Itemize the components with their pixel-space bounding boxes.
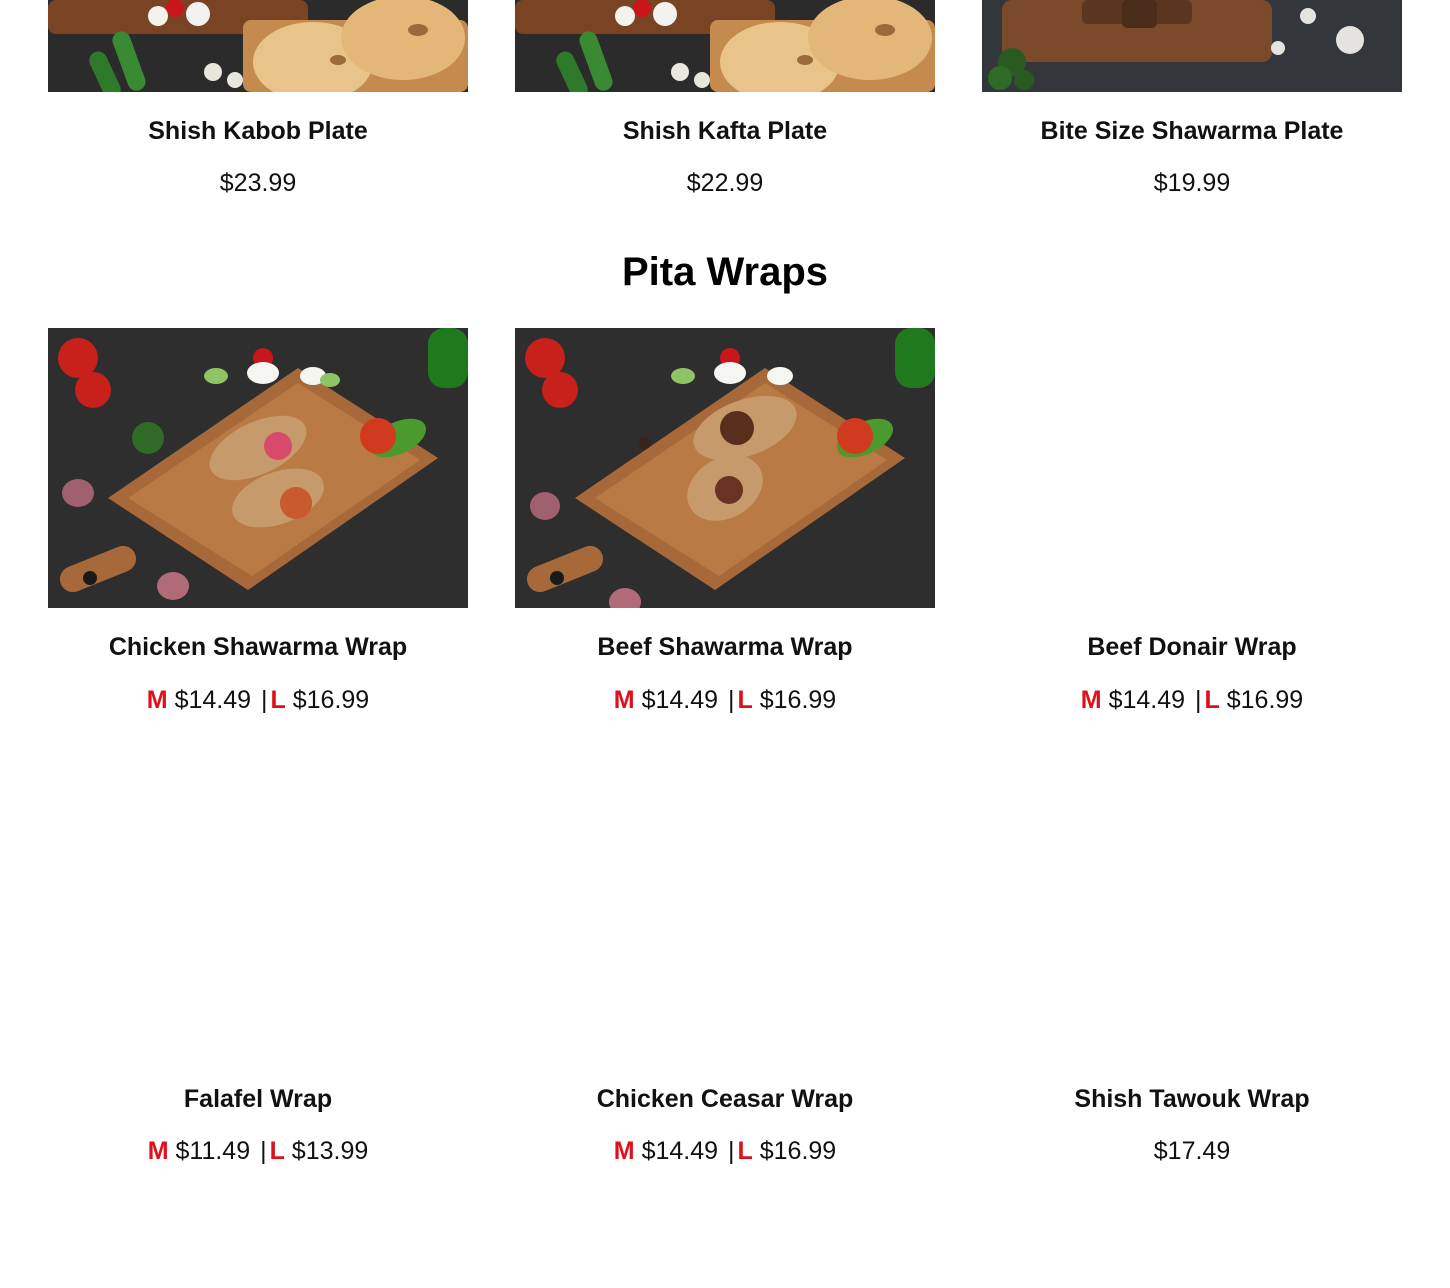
size-large-label: L (269, 1137, 285, 1165)
item-price: $19.99 (1153, 169, 1231, 197)
medium-price: $14.49 (641, 1137, 719, 1165)
size-large-label: L (737, 1137, 753, 1165)
item-name: Chicken Shawarma Wrap (108, 633, 408, 661)
size-medium-label: M (147, 1137, 169, 1165)
size-large-label: L (270, 686, 286, 714)
size-large-label: L (1204, 686, 1220, 714)
size-large-label: L (737, 686, 753, 714)
food-photo[interactable] (515, 0, 935, 92)
item-name: Shish Tawouk Wrap (1074, 1085, 1310, 1113)
size-medium-label: M (613, 1137, 635, 1165)
food-photo[interactable] (515, 328, 935, 608)
item-price: M $14.49 | L $16.99 (515, 1136, 935, 1166)
item-price: M $14.49 | L $16.99 (515, 685, 935, 715)
item-price: $22.99 (686, 169, 764, 197)
section-title: Pita Wraps (622, 250, 828, 294)
medium-price: $14.49 (641, 686, 719, 714)
price-separator: | (1195, 686, 1202, 714)
food-photo[interactable] (48, 328, 468, 608)
item-name: Shish Kabob Plate (148, 117, 368, 145)
size-medium-label: M (613, 686, 635, 714)
item-price: $23.99 (219, 169, 297, 197)
price-separator: | (261, 686, 268, 714)
large-price: $16.99 (292, 686, 370, 714)
medium-price: $14.49 (1108, 686, 1186, 714)
item-price: M $11.49 | L $13.99 (48, 1136, 468, 1166)
item-price: M $14.49 | L $16.99 (982, 685, 1402, 715)
item-price: M $14.49 | L $16.99 (48, 685, 468, 715)
item-name: Beef Shawarma Wrap (597, 633, 853, 661)
size-medium-label: M (1080, 686, 1102, 714)
food-photo[interactable] (982, 0, 1402, 92)
price-separator: | (728, 1137, 735, 1165)
large-price: $16.99 (1226, 686, 1304, 714)
item-name: Falafel Wrap (183, 1085, 333, 1113)
price-separator: | (260, 1137, 267, 1165)
medium-price: $11.49 (175, 1137, 251, 1165)
price-separator: | (728, 686, 735, 714)
item-name: Chicken Ceasar Wrap (596, 1085, 854, 1113)
medium-price: $14.49 (174, 686, 252, 714)
large-price: $16.99 (759, 686, 837, 714)
large-price: $13.99 (291, 1137, 369, 1165)
large-price: $16.99 (759, 1137, 837, 1165)
item-price: $17.49 (1153, 1137, 1231, 1165)
item-name: Shish Kafta Plate (622, 117, 828, 145)
food-photo[interactable] (48, 0, 468, 92)
item-name: Beef Donair Wrap (1087, 633, 1297, 661)
item-name: Bite Size Shawarma Plate (1040, 117, 1344, 145)
size-medium-label: M (146, 686, 168, 714)
